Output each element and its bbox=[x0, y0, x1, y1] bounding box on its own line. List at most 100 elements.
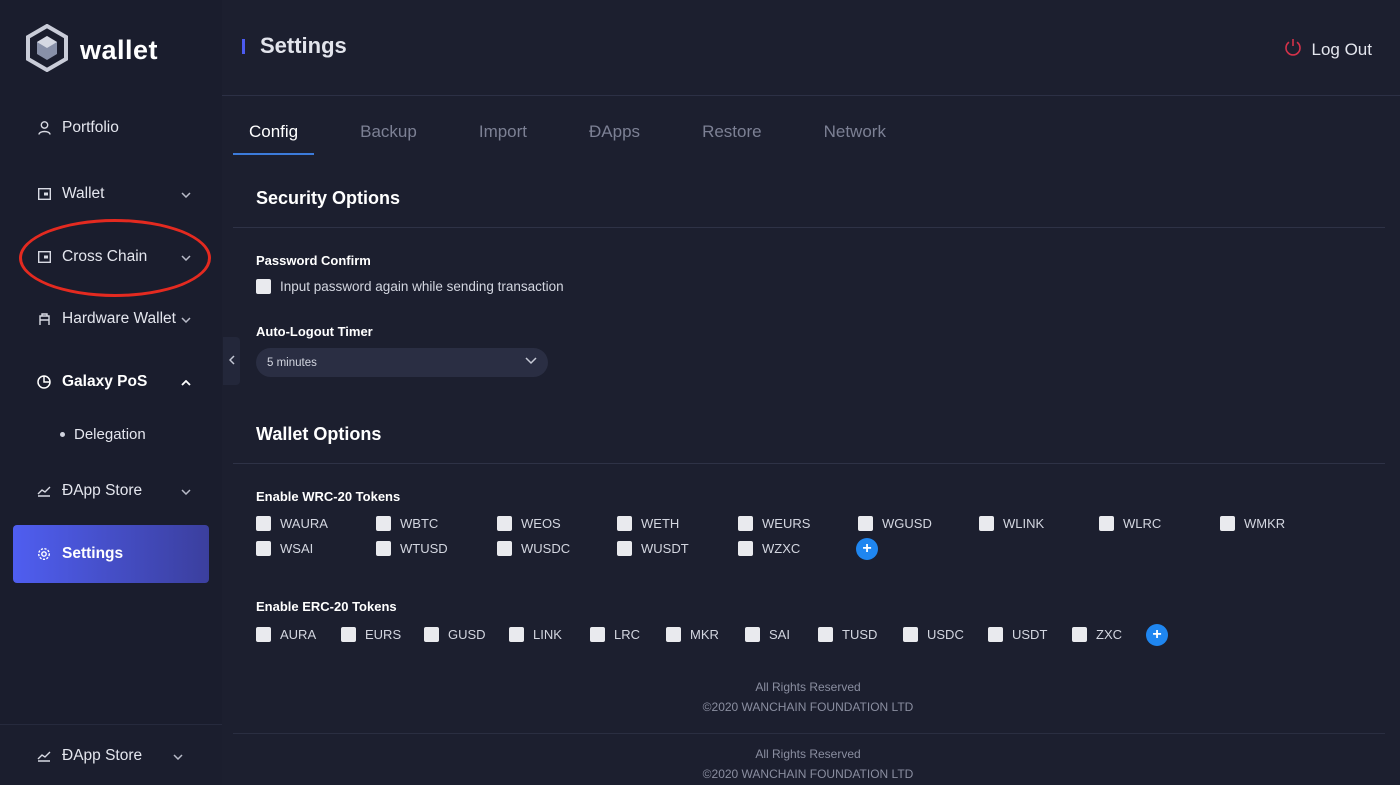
checkbox[interactable] bbox=[617, 516, 632, 531]
logout-button[interactable]: Log Out bbox=[1284, 38, 1372, 61]
checkbox[interactable] bbox=[1220, 516, 1235, 531]
erc20-token-eurs[interactable]: EURS bbox=[341, 627, 401, 642]
erc20-token-sai[interactable]: SAI bbox=[745, 627, 790, 642]
sidebar: wallet Portfolio Wallet Cross Chain Hard… bbox=[0, 0, 222, 785]
sidebar-item-dapp-store[interactable]: ĐApp Store bbox=[13, 462, 209, 520]
chevron-down-icon bbox=[181, 482, 191, 500]
token-label: AURA bbox=[280, 627, 317, 642]
add-erc20-token-button[interactable]: + bbox=[1146, 624, 1168, 646]
token-label: WZXC bbox=[762, 541, 801, 556]
sidebar-item-label: ĐApp Store bbox=[62, 747, 143, 764]
tab-network[interactable]: Network bbox=[808, 108, 902, 155]
checkbox[interactable] bbox=[738, 516, 753, 531]
wallet-options-title: Wallet Options bbox=[256, 424, 382, 444]
divider bbox=[233, 227, 1385, 228]
erc20-token-zxc[interactable]: ZXC bbox=[1072, 627, 1122, 642]
checkbox[interactable] bbox=[1072, 627, 1087, 642]
token-label: ZXC bbox=[1096, 627, 1122, 642]
sidebar-collapse-button[interactable] bbox=[223, 337, 240, 385]
checkbox[interactable] bbox=[745, 627, 760, 642]
tab-config[interactable]: Config bbox=[233, 108, 315, 155]
tab-backup[interactable]: Backup bbox=[344, 108, 433, 155]
token-label: TUSD bbox=[842, 627, 878, 642]
sidebar-item-wallet[interactable]: Wallet bbox=[13, 165, 209, 223]
checkbox[interactable] bbox=[256, 516, 271, 531]
chevron-up-icon bbox=[181, 373, 191, 391]
wrc20-token-wsai[interactable]: WSAI bbox=[256, 541, 313, 556]
auto-logout-select[interactable]: 5 minutes bbox=[256, 348, 548, 377]
wrc20-token-wtusd[interactable]: WTUSD bbox=[376, 541, 448, 556]
sidebar-item-label: Wallet bbox=[62, 185, 105, 202]
token-label: MKR bbox=[690, 627, 719, 642]
sidebar-subitem-label: Delegation bbox=[74, 426, 146, 443]
tab-import[interactable]: Import bbox=[463, 108, 543, 155]
checkbox[interactable] bbox=[903, 627, 918, 642]
wrc20-token-wgusd[interactable]: WGUSD bbox=[858, 516, 932, 531]
wallet-icon bbox=[37, 187, 51, 201]
erc20-token-gusd[interactable]: GUSD bbox=[424, 627, 486, 642]
sidebar-item-label: ĐApp Store bbox=[62, 482, 143, 499]
bullet-icon bbox=[60, 432, 65, 437]
checkbox[interactable] bbox=[256, 279, 271, 294]
checkbox[interactable] bbox=[509, 627, 524, 642]
wrc20-token-wusdt[interactable]: WUSDT bbox=[617, 541, 689, 556]
sidebar-item-settings[interactable]: Settings bbox=[13, 525, 209, 583]
token-label: WMKR bbox=[1244, 516, 1286, 531]
password-confirm-checkbox[interactable]: Input password again while sending trans… bbox=[256, 279, 564, 294]
erc20-token-usdc[interactable]: USDC bbox=[903, 627, 964, 642]
wrc20-label: Enable WRC-20 Tokens bbox=[256, 489, 401, 504]
auto-logout-label: Auto-Logout Timer bbox=[256, 324, 373, 339]
wrc20-token-wlrc[interactable]: WLRC bbox=[1099, 516, 1161, 531]
checkbox[interactable] bbox=[818, 627, 833, 642]
tab-restore[interactable]: Restore bbox=[686, 108, 778, 155]
sidebar-item-portfolio[interactable]: Portfolio bbox=[13, 99, 209, 157]
checkbox[interactable] bbox=[376, 516, 391, 531]
sidebar-item-label: Portfolio bbox=[62, 119, 119, 136]
checkbox[interactable] bbox=[341, 627, 356, 642]
title-accent-bar bbox=[242, 39, 245, 54]
checkbox[interactable] bbox=[590, 627, 605, 642]
token-label: LINK bbox=[533, 627, 562, 642]
hardware-wallet-icon bbox=[37, 312, 51, 326]
checkbox[interactable] bbox=[497, 516, 512, 531]
checkbox[interactable] bbox=[617, 541, 632, 556]
erc20-token-link[interactable]: LINK bbox=[509, 627, 562, 642]
sidebar-footer-dapp-store[interactable]: ĐApp Store bbox=[13, 725, 209, 785]
checkbox[interactable] bbox=[1099, 516, 1114, 531]
erc20-token-mkr[interactable]: MKR bbox=[666, 627, 719, 642]
sidebar-subitem-delegation[interactable]: Delegation bbox=[60, 426, 146, 443]
wrc20-token-wlink[interactable]: WLINK bbox=[979, 516, 1044, 531]
checkbox[interactable] bbox=[497, 541, 512, 556]
checkbox[interactable] bbox=[376, 541, 391, 556]
sidebar-item-hardware-wallet[interactable]: Hardware Wallet bbox=[13, 290, 209, 348]
wrc20-token-wbtc[interactable]: WBTC bbox=[376, 516, 438, 531]
divider bbox=[233, 733, 1385, 734]
wrc20-token-waura[interactable]: WAURA bbox=[256, 516, 328, 531]
checkbox[interactable] bbox=[256, 627, 271, 642]
checkbox[interactable] bbox=[738, 541, 753, 556]
tab-dapps[interactable]: ĐApps bbox=[573, 108, 656, 155]
wrc20-token-wusdc[interactable]: WUSDC bbox=[497, 541, 570, 556]
footer-copyright: ©2020 WANCHAIN FOUNDATION LTD bbox=[702, 700, 914, 714]
token-label: WSAI bbox=[280, 541, 314, 556]
erc20-token-tusd[interactable]: TUSD bbox=[818, 627, 877, 642]
checkbox[interactable] bbox=[666, 627, 681, 642]
checkbox[interactable] bbox=[424, 627, 439, 642]
wrc20-token-weth[interactable]: WETH bbox=[617, 516, 679, 531]
checkbox[interactable] bbox=[858, 516, 873, 531]
security-options-title: Security Options bbox=[256, 188, 401, 208]
logo[interactable]: wallet bbox=[26, 23, 158, 77]
wrc20-token-weos[interactable]: WEOS bbox=[497, 516, 561, 531]
wrc20-token-wzxc[interactable]: WZXC bbox=[738, 541, 800, 556]
wrc20-token-wmkr[interactable]: WMKR bbox=[1220, 516, 1285, 531]
checkbox[interactable] bbox=[256, 541, 271, 556]
erc20-token-lrc[interactable]: LRC bbox=[590, 627, 640, 642]
wrc20-token-weurs[interactable]: WEURS bbox=[738, 516, 810, 531]
checkbox[interactable] bbox=[988, 627, 1003, 642]
checkbox[interactable] bbox=[979, 516, 994, 531]
add-wrc20-token-button[interactable]: + bbox=[856, 538, 878, 560]
page-title: Settings bbox=[260, 33, 347, 58]
sidebar-item-galaxy-pos[interactable]: Galaxy PoS bbox=[13, 353, 209, 411]
erc20-token-aura[interactable]: AURA bbox=[256, 627, 316, 642]
erc20-token-usdt[interactable]: USDT bbox=[988, 627, 1047, 642]
